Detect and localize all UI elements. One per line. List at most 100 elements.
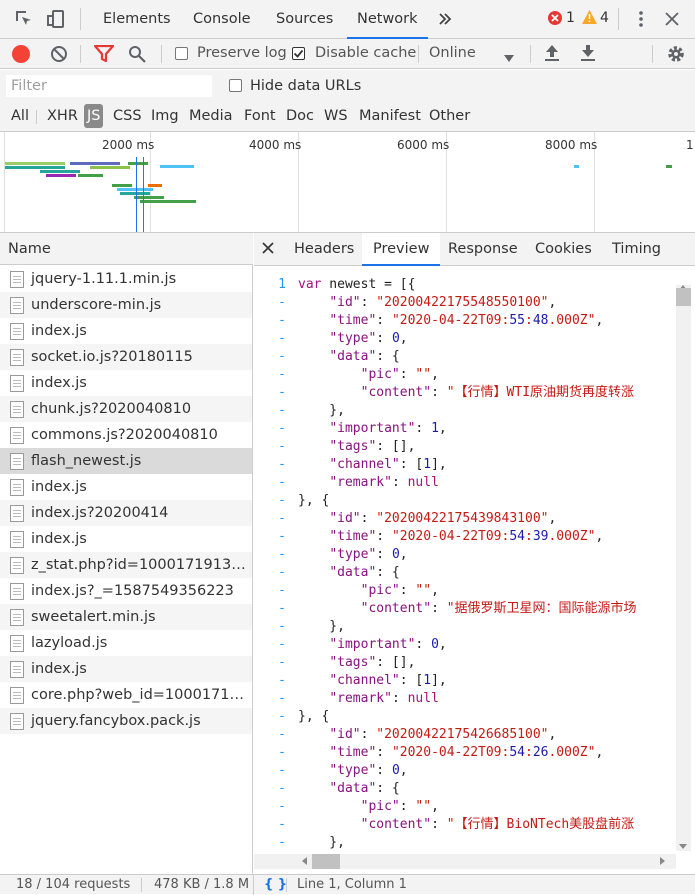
request-row[interactable]: underscore-min.js <box>0 292 252 318</box>
hide-data-urls-checkbox[interactable] <box>229 79 242 92</box>
line-number: - <box>278 601 286 616</box>
scroll-down-arrow-icon[interactable] <box>679 844 687 849</box>
network-overview-timeline[interactable]: 2000 ms 4000 ms 6000 ms 8000 ms 1 <box>0 132 695 233</box>
request-row[interactable]: index.js?20200414 <box>0 500 252 526</box>
request-row[interactable]: index.js <box>0 370 252 396</box>
type-filter-img[interactable]: Img <box>151 104 179 128</box>
scroll-right-arrow-icon[interactable] <box>660 857 665 865</box>
tab-console[interactable]: Console <box>193 0 251 39</box>
code-line: }, { <box>298 709 330 724</box>
inspect-element-icon[interactable] <box>11 6 37 32</box>
vertical-scrollbar[interactable] <box>676 285 691 851</box>
tab-sources[interactable]: Sources <box>276 0 333 39</box>
tab-response[interactable]: Response <box>448 233 518 266</box>
type-filter-media[interactable]: Media <box>189 104 233 128</box>
type-filter-ws[interactable]: WS <box>324 104 348 128</box>
close-details-icon[interactable] <box>262 242 274 258</box>
request-row[interactable]: socket.io.js?20180115 <box>0 344 252 370</box>
request-row[interactable]: index.js <box>0 474 252 500</box>
name-column-header[interactable]: Name <box>0 233 253 265</box>
request-row[interactable]: core.php?web_id=1000171913&t=z <box>0 682 252 708</box>
file-icon <box>10 375 24 392</box>
preview-code-view[interactable]: 1-------------------------------- var ne… <box>254 266 695 854</box>
more-tabs-icon[interactable] <box>432 6 458 32</box>
request-row[interactable]: index.js <box>0 318 252 344</box>
timeline-bar <box>117 188 153 191</box>
throttling-select[interactable]: Online <box>429 45 476 61</box>
error-count[interactable]: 1 <box>566 10 575 26</box>
filter-icon[interactable] <box>93 44 115 67</box>
filter-input[interactable]: Filter <box>6 75 212 97</box>
type-filter-xhr[interactable]: XHR <box>47 104 78 128</box>
scroll-left-arrow-icon[interactable] <box>302 857 307 865</box>
customize-menu-icon[interactable] <box>628 6 654 32</box>
warning-icon[interactable] <box>582 10 597 28</box>
type-filter-manifest[interactable]: Manifest <box>359 104 421 128</box>
request-name: index.js <box>31 479 87 495</box>
request-row[interactable]: z_stat.php?id=1000171913&web_id=10001719… <box>0 552 252 578</box>
line-number: - <box>278 583 286 598</box>
type-filter-all[interactable]: All <box>11 104 29 128</box>
request-name: z_stat.php?id=1000171913&web_id=10001719… <box>31 557 252 573</box>
request-name: jquery.fancybox.pack.js <box>31 713 201 729</box>
request-row[interactable]: chunk.js?2020040810 <box>0 396 252 422</box>
request-row[interactable]: commons.js?2020040810 <box>0 422 252 448</box>
clear-icon[interactable] <box>50 45 68 67</box>
type-filter-other[interactable]: Other <box>429 104 470 128</box>
request-name: chunk.js?2020040810 <box>31 401 192 417</box>
error-icon[interactable] <box>548 11 562 25</box>
horizontal-scrollbar[interactable] <box>254 854 676 869</box>
request-row[interactable]: index.js?_=1587549356223 <box>0 578 252 604</box>
disable-cache-label[interactable]: Disable cache <box>315 45 416 61</box>
file-icon <box>10 661 24 678</box>
horizontal-scroll-thumb[interactable] <box>312 854 340 869</box>
preserve-log-label[interactable]: Preserve log <box>197 45 287 61</box>
type-filter-js[interactable]: JS <box>84 104 104 128</box>
code-line: "type": 0, <box>329 331 408 346</box>
type-filter-doc[interactable]: Doc <box>286 104 314 128</box>
vertical-scroll-thumb[interactable] <box>676 288 691 306</box>
hide-data-urls-label[interactable]: Hide data URLs <box>250 78 361 94</box>
timeline-bar <box>140 200 196 203</box>
code-line: }, { <box>298 493 330 508</box>
timeline-bar <box>574 165 579 168</box>
code-line: "pic": "", <box>360 367 439 382</box>
chevron-down-icon[interactable] <box>504 50 514 66</box>
tab-timing[interactable]: Timing <box>612 233 661 266</box>
request-name: index.js?_=1587549356223 <box>31 583 234 599</box>
line-number-gutter: 1-------------------------------- <box>254 276 290 854</box>
toolbar-divider <box>618 8 619 30</box>
device-toolbar-icon[interactable] <box>43 6 69 32</box>
request-row[interactable]: index.js <box>0 526 252 552</box>
search-icon[interactable] <box>128 45 146 67</box>
export-har-icon[interactable] <box>580 44 596 66</box>
warning-count[interactable]: 4 <box>600 10 609 26</box>
disable-cache-checkbox[interactable] <box>292 47 305 60</box>
cursor-position: Line 1, Column 1 <box>297 877 407 892</box>
tab-elements[interactable]: Elements <box>103 0 171 39</box>
timeline-bar <box>128 162 148 165</box>
devtools-top-bar: Elements Console Sources Network 1 4 <box>0 0 695 39</box>
code-line: "content": "【行情】WTI原油期货再度转涨 <box>360 385 635 400</box>
tab-headers[interactable]: Headers <box>294 233 354 266</box>
request-name: index.js <box>31 323 87 339</box>
close-devtools-icon[interactable] <box>659 6 685 32</box>
timeline-gridline <box>4 132 5 232</box>
tab-preview[interactable]: Preview <box>362 233 441 266</box>
type-filter-css[interactable]: CSS <box>113 104 142 128</box>
preserve-log-checkbox[interactable] <box>175 47 188 60</box>
type-filter-font[interactable]: Font <box>244 104 276 128</box>
pretty-print-icon[interactable]: { } <box>264 875 287 894</box>
request-row[interactable]: jquery-1.11.1.min.js <box>0 266 252 292</box>
request-row[interactable]: flash_newest.js <box>0 448 252 474</box>
request-row[interactable]: lazyload.js <box>0 630 252 656</box>
tab-network[interactable]: Network <box>347 0 428 39</box>
request-row[interactable]: sweetalert.min.js <box>0 604 252 630</box>
import-har-icon[interactable] <box>544 44 560 66</box>
request-row[interactable]: jquery.fancybox.pack.js <box>0 708 252 734</box>
settings-gear-icon[interactable] <box>666 44 686 68</box>
tab-cookies[interactable]: Cookies <box>535 233 592 266</box>
request-row[interactable]: index.js <box>0 656 252 682</box>
code-line: "id": "20200422175426685100", <box>329 727 557 742</box>
record-icon[interactable] <box>12 45 30 63</box>
